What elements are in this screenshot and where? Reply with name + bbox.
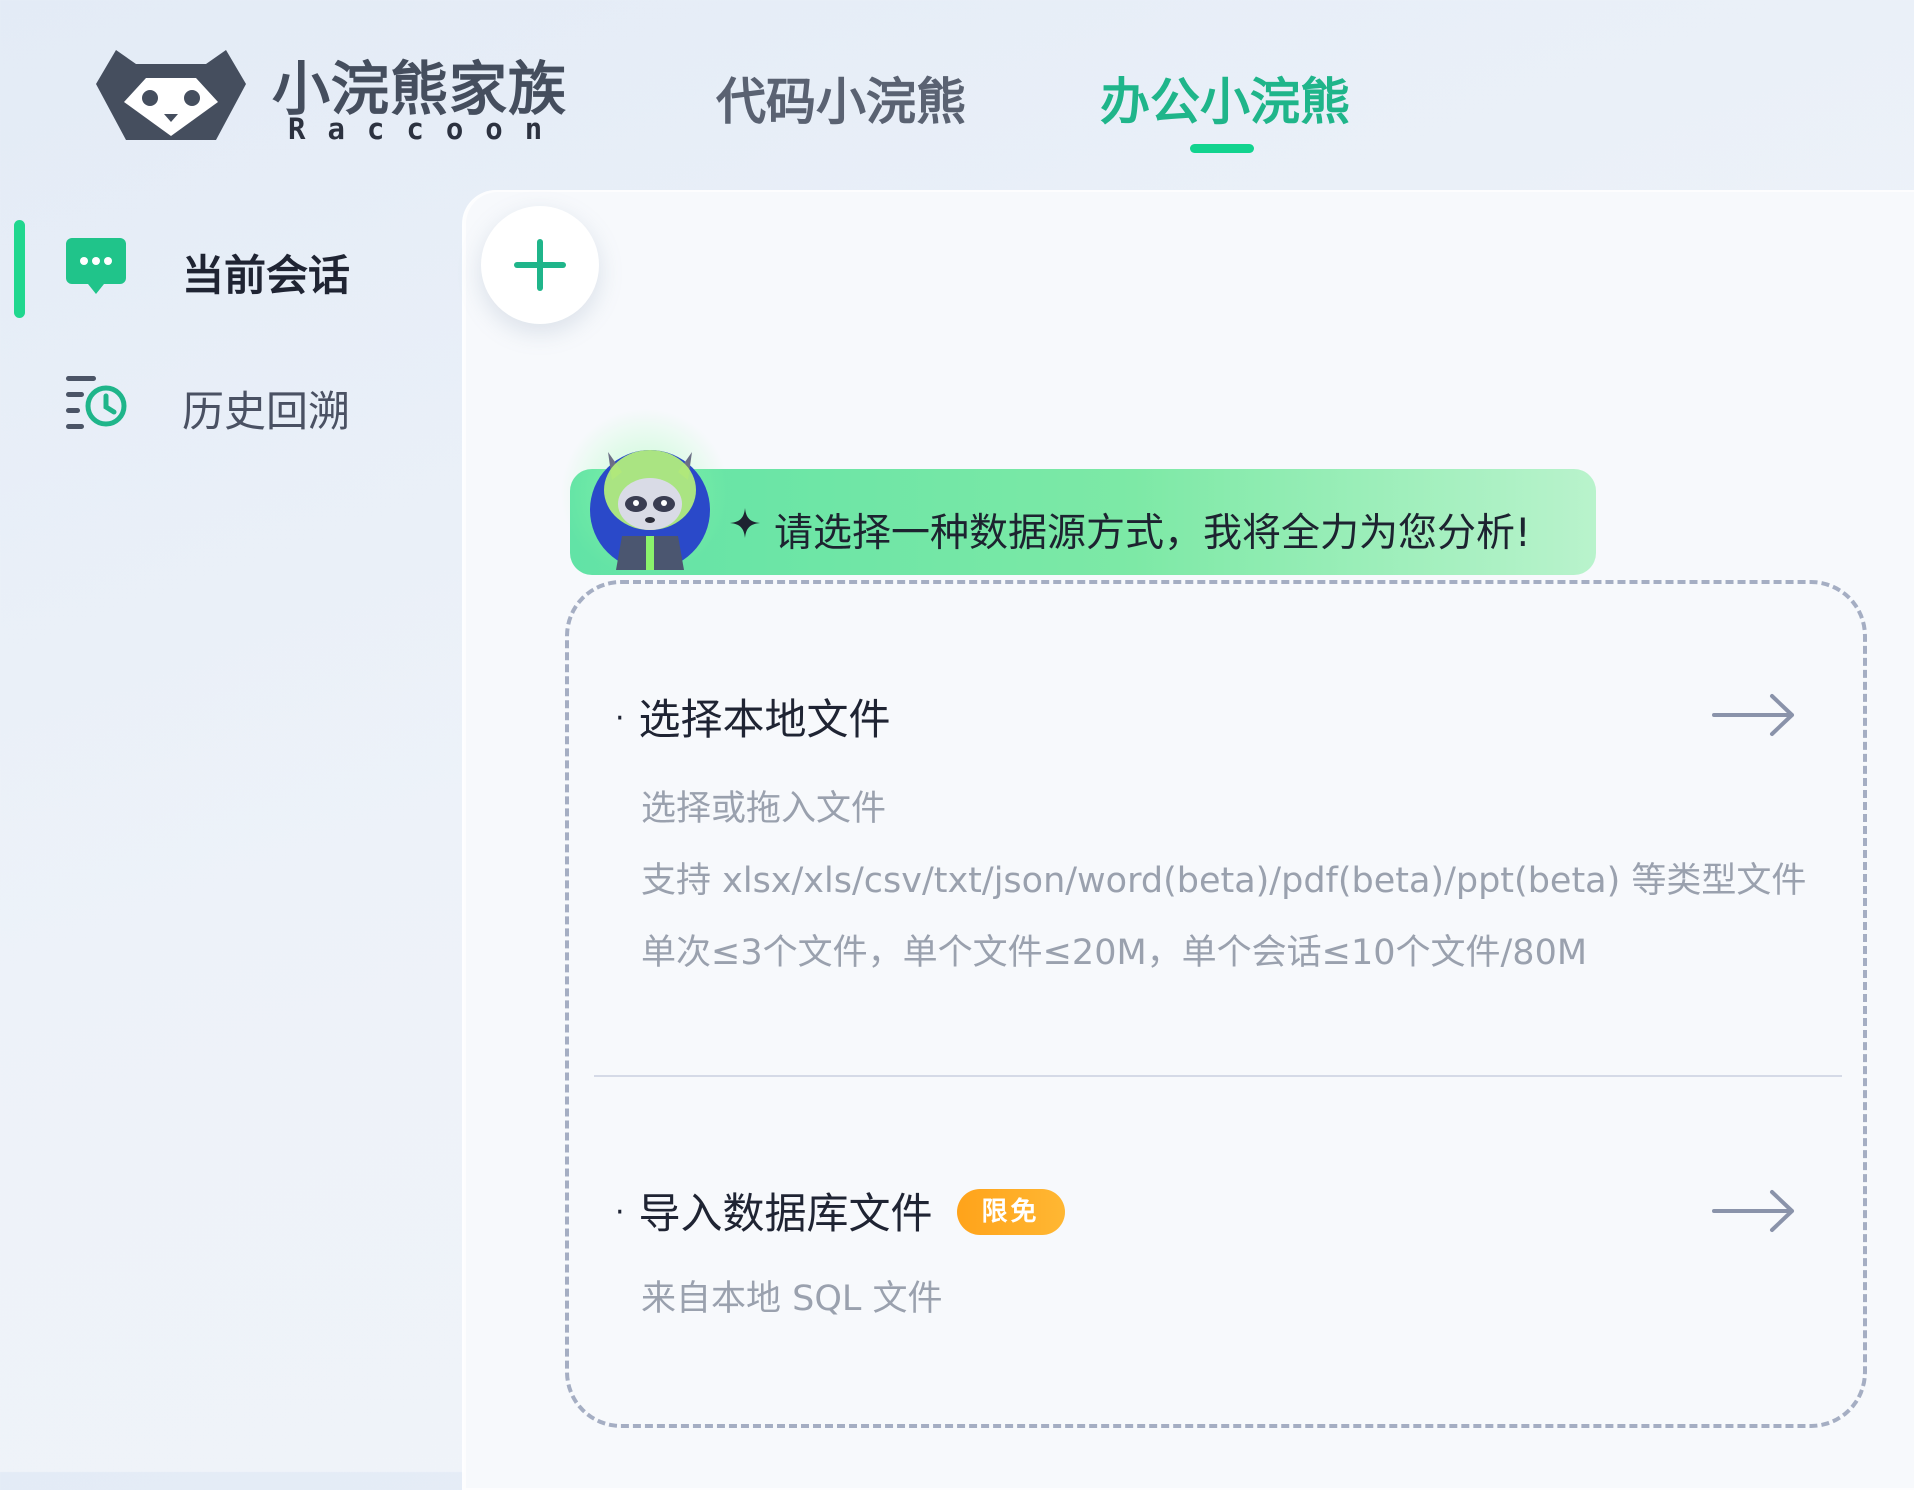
option-database-file[interactable]: · 导入数据库文件 限免 来自本地 SQL 文件 <box>615 1180 1815 1330</box>
option-local-file[interactable]: · 选择本地文件 选择或拖入文件 支持 xlsx/xls/csv/txt/json… <box>615 686 1815 986</box>
history-clock-icon <box>64 372 130 436</box>
tab-code-raccoon[interactable]: 代码小浣熊 <box>716 62 966 134</box>
plus-icon <box>514 239 566 291</box>
chat-bubble-icon <box>64 236 128 302</box>
option-title: · 导入数据库文件 限免 <box>615 1180 1065 1241</box>
sidebar-active-indicator <box>14 220 25 318</box>
option-title-text: 选择本地文件 <box>638 695 891 744</box>
option-desc-line: 来自本地 SQL 文件 <box>641 1279 943 1319</box>
sidebar-item-label: 当前会话 <box>182 251 351 300</box>
tab-office-raccoon[interactable]: 办公小浣熊 <box>1100 62 1350 134</box>
option-desc-line: 单次≤3个文件，单个文件≤20M，单个会话≤10个文件/80M <box>641 933 1588 973</box>
database-file-arrow-icon[interactable] <box>1712 1188 1796 1238</box>
local-file-arrow-icon[interactable] <box>1712 692 1796 742</box>
raccoon-logo-icon <box>96 50 246 140</box>
free-badge: 限免 <box>956 1188 1065 1235</box>
sidebar-item-current-session[interactable]: 当前会话 <box>64 228 424 308</box>
option-title-text: 导入数据库文件 <box>638 1189 933 1238</box>
logo-subtitle: Raccoon <box>288 112 565 146</box>
greeting-text: 请选择一种数据源方式，我将全力为您分析! <box>774 511 1531 556</box>
sparkle-icon <box>730 508 760 542</box>
active-tab-indicator <box>1190 144 1254 153</box>
bullet-dot: · <box>615 1195 625 1230</box>
option-desc-line: 支持 xlsx/xls/csv/txt/json/word(beta)/pdf(… <box>641 861 1807 901</box>
sidebar-item-label: 历史回溯 <box>182 387 351 436</box>
brand-logo[interactable]: 小浣熊家族 Raccoon <box>86 40 586 150</box>
bullet-dot: · <box>615 701 625 736</box>
new-chat-button[interactable] <box>481 206 599 324</box>
option-desc-line: 选择或拖入文件 <box>641 789 887 829</box>
option-divider <box>594 1075 1842 1077</box>
option-title: · 选择本地文件 <box>615 686 891 747</box>
sidebar-item-history[interactable]: 历史回溯 <box>64 364 424 444</box>
assistant-avatar <box>588 432 718 572</box>
